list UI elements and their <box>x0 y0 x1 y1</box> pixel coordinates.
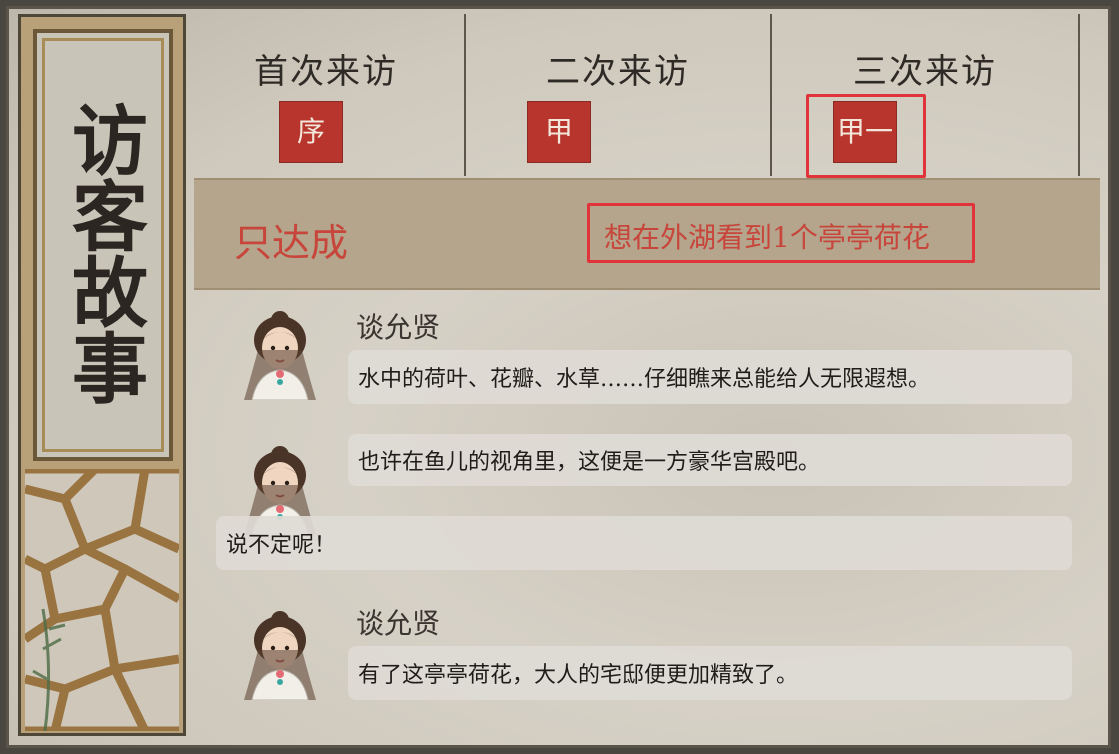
visit-second-stamp[interactable]: 甲 <box>528 102 590 162</box>
goal-highlight <box>587 203 975 263</box>
visit-tabs: 首次来访 序 二次来访 甲 三次来访 甲一 <box>188 14 1102 176</box>
visit-second-title: 二次来访 <box>546 52 690 92</box>
dialog-bubble: 水中的荷叶、花瓣、水草……仔细瞧来总能给人无限遐想。 <box>348 350 1072 404</box>
title-panel: 访客故事 <box>33 29 173 461</box>
speaker-name: 谈允贤 <box>356 311 441 344</box>
visit-first-title: 首次来访 <box>254 52 398 92</box>
selected-stamp-highlight <box>806 94 926 178</box>
goal-prefix: 只达成 <box>234 221 349 265</box>
page-title: 访客故事 <box>59 101 148 405</box>
visit-second[interactable]: 二次来访 甲 <box>466 14 772 176</box>
window-lattice-decoration <box>25 469 179 731</box>
dialog-bubble: 也许在鱼儿的视角里，这便是一方豪华宫殿吧。 <box>348 434 1072 486</box>
visit-first[interactable]: 首次来访 序 <box>188 14 466 176</box>
speaker-avatar <box>243 610 317 700</box>
sidebar: 访客故事 <box>18 14 186 736</box>
speaker-avatar <box>243 310 317 400</box>
speaker-name: 谈允贤 <box>356 607 441 640</box>
visit-third-title: 三次来访 <box>853 52 997 92</box>
visit-first-stamp[interactable]: 序 <box>280 102 342 162</box>
dialog-bubble: 有了这亭亭荷花，大人的宅邸便更加精致了。 <box>348 646 1072 700</box>
reply-bubble: 说不定呢！ <box>216 516 1072 570</box>
